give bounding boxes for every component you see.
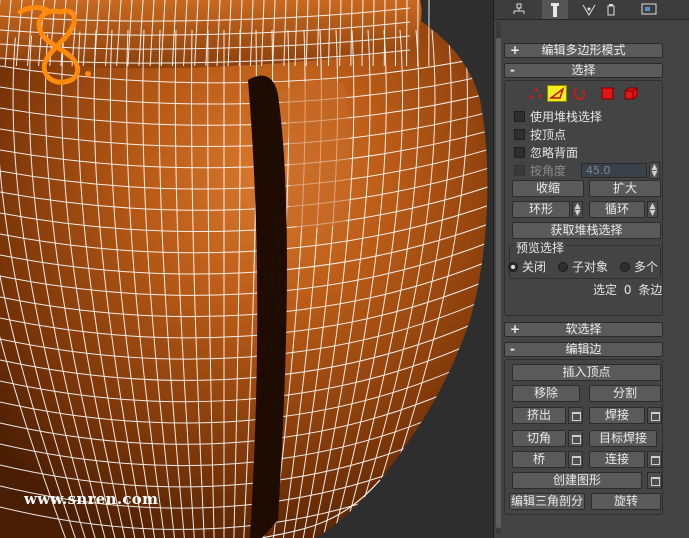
preview-multiple-radio[interactable]: 多个 <box>620 258 658 275</box>
chamfer-settings-icon[interactable] <box>568 430 583 447</box>
edit-poly-mode-rollout-header[interactable]: + 编辑多边形模式 <box>504 43 663 58</box>
radio-dot <box>558 261 568 272</box>
get-stack-selection-button[interactable]: 获取堆栈选择 <box>512 222 661 239</box>
ring-button[interactable]: 环形 <box>512 201 570 218</box>
shrink-button[interactable]: 收缩 <box>512 180 584 197</box>
radio-label: 关闭 <box>522 260 547 274</box>
rollout-toggle-sign: + <box>510 322 521 336</box>
bridge-settings-icon[interactable] <box>568 451 583 468</box>
ignore-backfacing-checkbox[interactable]: 忽略背面 <box>514 144 578 161</box>
remove-button[interactable]: 移除 <box>512 385 580 402</box>
command-panel: + 编辑多边形模式 - 选择 使用堆栈选择 按顶点 忽略背面 按角度 45.0 … <box>493 0 689 538</box>
preview-off-radio[interactable]: 关闭 <box>508 258 546 275</box>
checkbox-box <box>514 129 525 140</box>
preview-subobject-radio[interactable]: 子对象 <box>558 258 608 275</box>
loop-button[interactable]: 循环 <box>589 201 645 218</box>
use-stack-selection-checkbox[interactable]: 使用堆栈选择 <box>514 108 602 125</box>
selected-count: 0 <box>623 283 632 297</box>
checkbox-label: 忽略背面 <box>530 146 579 160</box>
turn-button[interactable]: 旋转 <box>591 493 661 510</box>
extrude-button[interactable]: 挤出 <box>512 407 566 424</box>
command-panel-tabs <box>494 0 689 20</box>
checkbox-box <box>514 165 525 176</box>
preview-selection-label: 预览选择 <box>514 239 567 256</box>
radio-label: 多个 <box>634 260 659 274</box>
rollout-title: 软选择 <box>565 322 602 336</box>
selected-label: 选定 <box>593 283 618 297</box>
edit-edges-rollout-header[interactable]: - 编辑边 <box>504 342 663 357</box>
utilities-icon[interactable] <box>598 0 624 19</box>
weld-settings-icon[interactable] <box>647 407 662 424</box>
target-weld-button[interactable]: 目标焊接 <box>589 430 657 447</box>
edit-triangulation-button[interactable]: 编辑三角剖分 <box>509 493 585 510</box>
checkbox-label: 使用堆栈选择 <box>530 110 603 124</box>
checkbox-label: 按角度 <box>530 164 567 178</box>
rollout-toggle-sign: + <box>510 43 521 57</box>
create-shape-button[interactable]: 创建图形 <box>512 472 642 489</box>
create-icon[interactable] <box>542 0 568 19</box>
rollout-title: 编辑边 <box>565 342 602 356</box>
vertex-icon[interactable] <box>526 85 546 102</box>
angle-value-field[interactable]: 45.0 <box>581 163 647 178</box>
by-vertex-checkbox[interactable]: 按顶点 <box>514 126 566 143</box>
extrude-settings-icon[interactable] <box>568 407 583 424</box>
by-angle-checkbox[interactable]: 按角度 <box>514 162 566 179</box>
soft-selection-rollout-header[interactable]: + 软选择 <box>504 322 663 337</box>
grow-button[interactable]: 扩大 <box>589 180 661 197</box>
checkbox-box <box>514 111 525 122</box>
border-icon[interactable] <box>571 85 591 102</box>
radio-dot <box>620 261 630 272</box>
connect-settings-icon[interactable] <box>647 451 662 468</box>
panel-scrollbar-thumb[interactable] <box>496 38 501 528</box>
display-icon[interactable] <box>636 0 662 19</box>
polygon-icon[interactable] <box>598 85 618 102</box>
loop-spinner[interactable]: ▲ ▼ <box>647 201 658 218</box>
angle-spinner[interactable]: ▲ ▼ <box>649 162 660 179</box>
radio-label: 子对象 <box>572 260 609 274</box>
viewport[interactable]: www.snren.com <box>0 0 493 538</box>
connect-button[interactable]: 连接 <box>589 451 645 468</box>
ring-spinner[interactable]: ▲ ▼ <box>572 201 583 218</box>
checkbox-label: 按顶点 <box>530 128 567 142</box>
chamfer-button[interactable]: 切角 <box>512 430 566 447</box>
annotation-scribble <box>17 5 91 85</box>
insert-vertex-button[interactable]: 插入顶点 <box>512 364 661 381</box>
rollout-toggle-sign: - <box>510 63 515 77</box>
rollout-toggle-sign: - <box>510 342 515 356</box>
weld-button[interactable]: 焊接 <box>589 407 645 424</box>
create-shape-settings-icon[interactable] <box>647 472 662 489</box>
selection-rollout-header[interactable]: - 选择 <box>504 63 663 78</box>
rollout-title: 选择 <box>571 63 596 77</box>
hierarchy-icon[interactable] <box>506 0 532 19</box>
radio-dot <box>508 261 518 272</box>
edge-icon[interactable] <box>547 85 567 102</box>
bridge-button[interactable]: 桥 <box>512 451 566 468</box>
selection-status: 选定 0 条边 <box>593 281 662 298</box>
checkbox-box <box>514 147 525 158</box>
split-button[interactable]: 分割 <box>589 385 661 402</box>
selected-unit: 条边 <box>638 283 663 297</box>
rollout-title: 编辑多边形模式 <box>541 43 626 57</box>
watermark: www.snren.com <box>24 490 159 508</box>
element-icon[interactable] <box>621 85 641 102</box>
